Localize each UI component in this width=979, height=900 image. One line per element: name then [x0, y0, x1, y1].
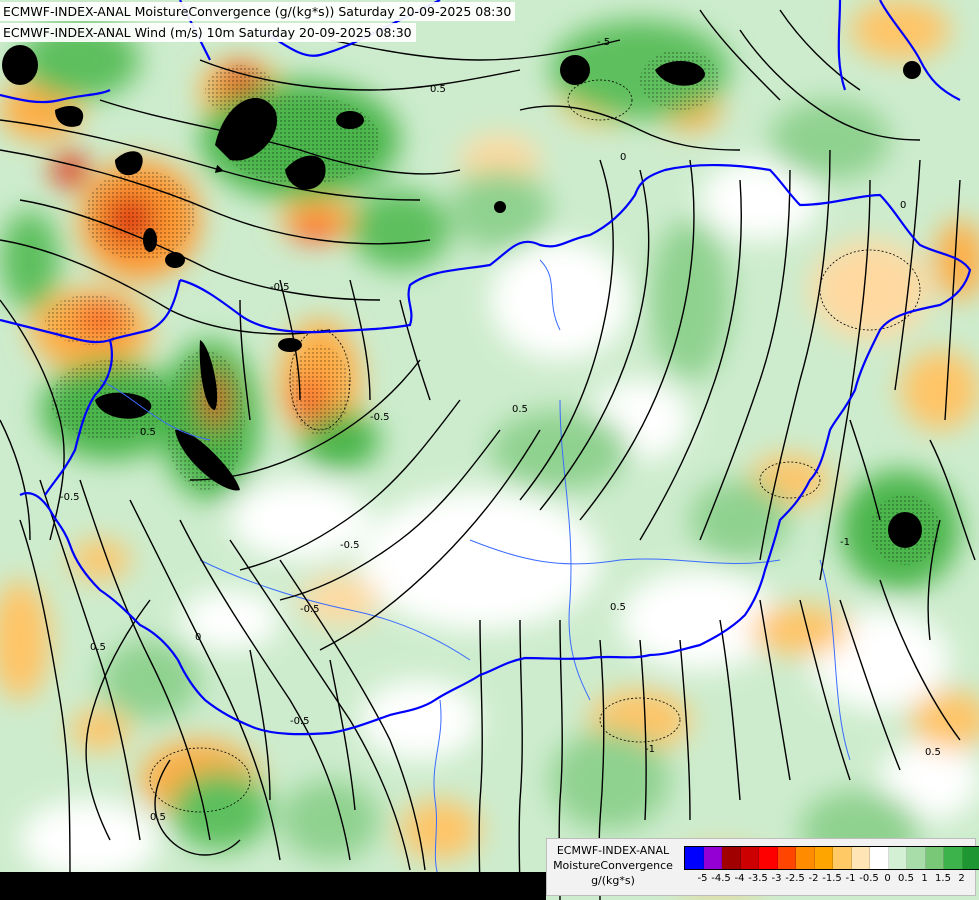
legend-swatch [703, 847, 722, 869]
legend-tick-label: -3 [771, 873, 782, 884]
legend-swatch [925, 847, 944, 869]
contour-label: 0.5 [150, 812, 166, 823]
bottom-bar [0, 872, 546, 900]
legend-tick-label: -2.5 [785, 873, 805, 884]
legend-tick-label: -2 [808, 873, 819, 884]
contour-label: -0.5 [290, 716, 310, 727]
contour-label: -0.5 [370, 412, 390, 423]
legend-tick-label: -4.5 [711, 873, 731, 884]
legend-title-unit: g/(kg*s) [591, 874, 635, 887]
legend-swatch [814, 847, 833, 869]
contour-label: 0.5 [610, 602, 626, 613]
map-title-moisture: ECMWF-INDEX-ANAL MoistureConvergence (g/… [0, 2, 516, 21]
legend-tick-label: 2 [958, 873, 965, 884]
legend-swatch [870, 847, 889, 869]
legend-title: ECMWF-INDEX-ANAL MoistureConvergence g/(… [549, 843, 677, 888]
legend-tick-label: -1.5 [822, 873, 842, 884]
legend-tick-label: -5 [697, 873, 708, 884]
contour-label: 0 [900, 200, 906, 211]
legend-swatch [962, 847, 979, 869]
legend-swatch [833, 847, 852, 869]
contour-label: -0.5 [340, 540, 360, 551]
contour-label: 0 [620, 152, 626, 163]
legend-swatch [685, 847, 704, 869]
legend-tick-label: 1.5 [935, 873, 951, 884]
contour-label: -.5 [597, 37, 610, 48]
legend-swatch [759, 847, 778, 869]
legend-swatch [796, 847, 815, 869]
legend-title-model: ECMWF-INDEX-ANAL [556, 844, 670, 857]
color-legend: ECMWF-INDEX-ANAL MoistureConvergence g/(… [546, 838, 979, 896]
contour-label: 0 [195, 632, 201, 643]
map-title-wind: ECMWF-INDEX-ANAL Wind (m/s) 10m Saturday… [0, 23, 416, 42]
legend-tick-label: -4 [734, 873, 745, 884]
legend-tick-label: 0.5 [898, 873, 914, 884]
legend-swatch [740, 847, 759, 869]
legend-swatch [851, 847, 870, 869]
contour-label: 0.5 [512, 404, 528, 415]
contour-label: 0.5 [925, 747, 941, 758]
contour-label: 0.5 [140, 427, 156, 438]
legend-tick-label: -1 [845, 873, 856, 884]
map-canvas: -.5 0.5 0 -0.5 -0.5 0.5 0.5 -0.5 0.5 0 0… [0, 0, 979, 900]
legend-tick-label: -3.5 [748, 873, 768, 884]
legend-swatch [944, 847, 963, 869]
contour-label: -0.5 [60, 492, 80, 503]
legend-tick-label: 1 [921, 873, 928, 884]
legend-ticks: -5 -4.5 -4 -3.5 -3 -2.5 -2 -1.5 -1 -0.5 0 0.5 1 1.5 2 [684, 873, 974, 889]
legend-swatch [907, 847, 926, 869]
contour-label: -1 [840, 537, 850, 548]
legend-title-variable: MoistureConvergence [553, 859, 673, 872]
contour-label: -0.5 [270, 282, 290, 293]
contour-label: 0.5 [90, 642, 106, 653]
legend-swatch [777, 847, 796, 869]
contour-label: 0.5 [430, 84, 446, 95]
legend-swatch [888, 847, 907, 869]
legend-swatch [722, 847, 741, 869]
legend-tick-label: -0.5 [859, 873, 879, 884]
legend-tick-label: 0 [884, 873, 891, 884]
contour-label: -1 [645, 744, 655, 755]
weather-map: -.5 0.5 0 -0.5 -0.5 0.5 0.5 -0.5 0.5 0 0… [0, 0, 979, 900]
legend-swatches [684, 846, 979, 870]
contour-label: -0.5 [300, 604, 320, 615]
